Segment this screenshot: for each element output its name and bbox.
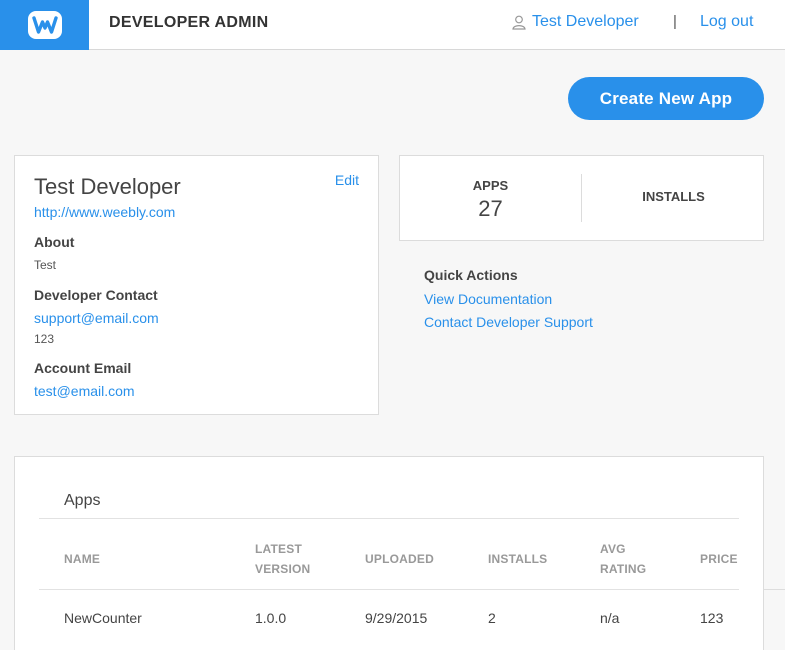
column-header-uploaded[interactable]: UPLOADED [365,549,434,569]
column-header-avg-rating[interactable]: AVG RATING [600,539,660,579]
app-name-cell[interactable]: NewCounter [64,610,142,626]
app-installs-cell: 2 [488,610,496,626]
column-header-price[interactable]: PRICE [700,549,738,569]
apps-stat-count: 27 [478,196,503,221]
divider [39,518,739,519]
about-value: Test [34,258,57,272]
apps-stat-label: APPS [472,178,509,193]
app-uploaded-cell: 9/29/2015 [365,610,428,626]
website-link[interactable]: http://www.weebly.com [34,204,175,220]
divider [39,589,739,590]
developer-contact-label: Developer Contact [34,287,158,303]
apps-table-card: Apps NAME LATEST VERSION UPLOADED INSTAL… [14,456,764,650]
apps-section-title: Apps [64,492,101,509]
quick-actions-title: Quick Actions [424,267,518,283]
contact-email-link[interactable]: support@email.com [34,310,159,326]
header-separator: | [673,13,677,30]
about-label: About [34,234,75,250]
weebly-w-icon [27,11,62,39]
apps-stat: APPS 27 [400,156,581,240]
app-title: DEVELOPER ADMIN [109,14,269,31]
app-version-cell: 1.0.0 [255,610,287,626]
column-header-latest-version[interactable]: LATEST VERSION [255,539,325,579]
edit-profile-link[interactable]: Edit [335,172,359,188]
user-menu-link[interactable]: Test Developer [512,13,639,31]
user-name: Test Developer [532,13,639,30]
profile-card: Test Developer Edit http://www.weebly.co… [14,155,379,415]
account-email-link[interactable]: test@email.com [34,383,135,399]
column-header-installs[interactable]: INSTALLS [488,549,547,569]
view-documentation-link[interactable]: View Documentation [424,291,552,307]
user-icon [512,15,526,30]
app-rating-cell: n/a [600,610,620,626]
app-price-cell: 123 [700,610,724,626]
logout-link[interactable]: Log out [700,13,753,31]
top-bar: DEVELOPER ADMIN Test Developer | Log out [0,0,785,50]
installs-stat-label: INSTALLS [642,189,705,204]
contact-support-link[interactable]: Contact Developer Support [424,314,593,330]
weebly-logo[interactable] [0,0,89,50]
divider [764,589,785,590]
stats-card: APPS 27 INSTALLS [399,155,764,241]
create-new-app-button[interactable]: Create New App [568,77,764,120]
contact-phone: 123 [34,332,55,346]
column-header-name[interactable]: NAME [64,549,100,569]
developer-name: Test Developer [34,174,181,199]
account-email-label: Account Email [34,360,132,376]
